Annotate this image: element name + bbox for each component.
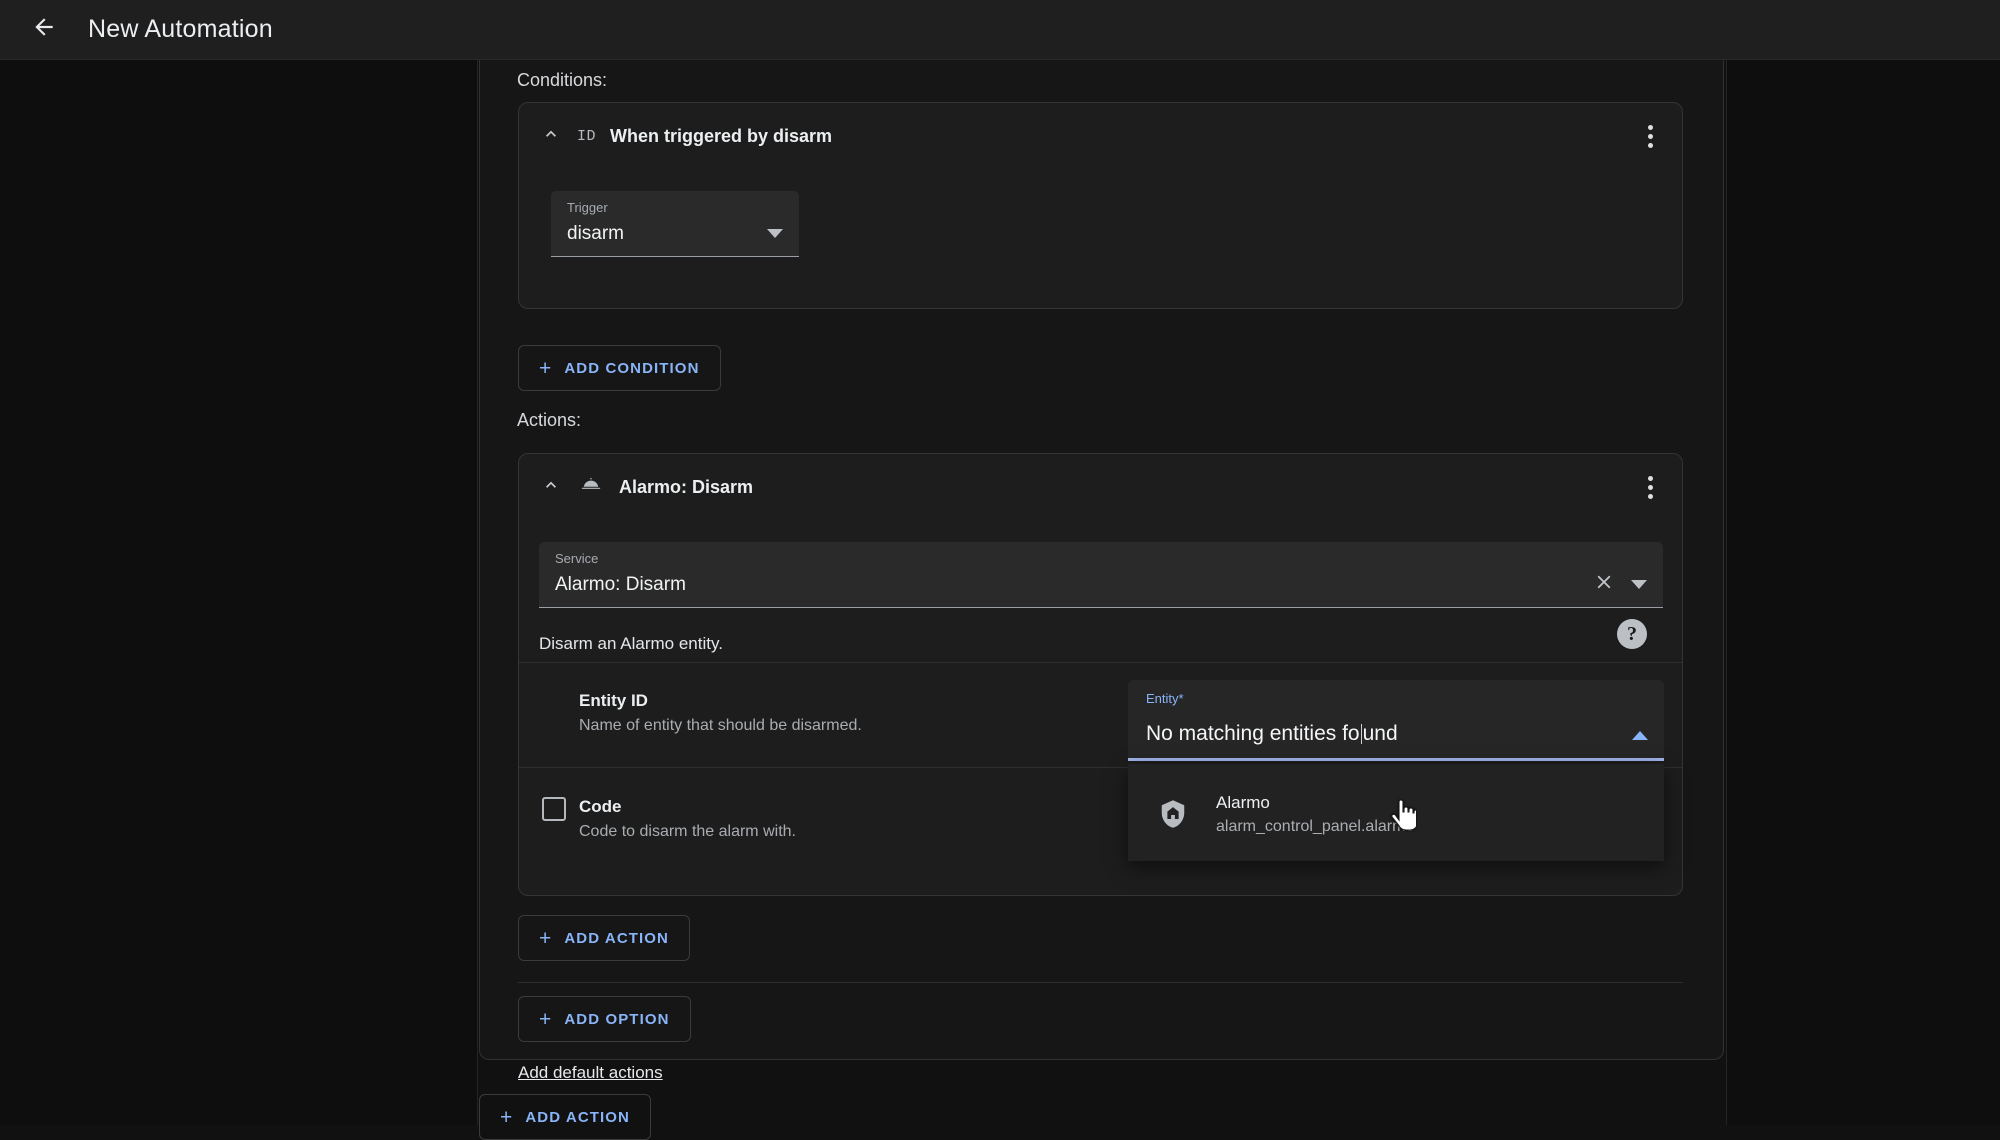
actions-section-label: Actions: xyxy=(517,410,582,430)
conditions-section-label: Conditions: xyxy=(517,70,608,90)
entity-combobox-value: No matching entities fo und xyxy=(1146,722,1398,746)
page-body: Conditions: ID When triggered by disarm xyxy=(0,60,2000,1140)
trigger-select[interactable]: Trigger disarm xyxy=(551,191,799,257)
add-action-inner-label: ADD ACTION xyxy=(564,929,669,947)
left-gutter xyxy=(0,60,478,1125)
kebab-dot xyxy=(1647,493,1653,499)
service-select-value: Alarmo: Disarm xyxy=(555,574,686,595)
condition-collapse-toggle[interactable] xyxy=(537,122,565,150)
add-action-button-outer[interactable]: + ADD ACTION xyxy=(479,1094,651,1140)
trigger-select-value: disarm xyxy=(567,223,625,244)
shield-home-icon xyxy=(1156,797,1190,831)
kebab-dot xyxy=(1647,142,1653,148)
entity-id-field-subtitle: Name of entity that should be disarmed. xyxy=(579,717,862,734)
plus-icon: + xyxy=(500,1105,514,1129)
plus-icon: + xyxy=(539,926,553,950)
add-condition-button[interactable]: + ADD CONDITION xyxy=(518,345,721,391)
service-select[interactable]: Service Alarmo: Disarm xyxy=(539,542,1663,608)
kebab-dot xyxy=(1647,475,1653,481)
kebab-dot xyxy=(1647,484,1653,490)
chevron-down-icon[interactable] xyxy=(767,229,783,238)
chevron-up-icon xyxy=(541,475,561,500)
room-service-icon xyxy=(577,473,605,501)
entity-value-after-caret: und xyxy=(1362,722,1398,745)
chevron-up-icon xyxy=(541,124,561,149)
condition-type-badge: ID xyxy=(577,127,597,145)
entity-combobox-focus-underline xyxy=(1128,758,1664,761)
right-gutter xyxy=(1726,60,2000,1125)
app-top-bar: New Automation xyxy=(0,0,2000,60)
arrow-left-icon xyxy=(31,14,57,45)
add-action-outer-label: ADD ACTION xyxy=(525,1108,630,1126)
list-item-text: Alarmo alarm_control_panel.alarmo xyxy=(1216,793,1414,836)
action-block-header: Alarmo: Disarm xyxy=(519,454,1682,520)
add-condition-label: ADD CONDITION xyxy=(564,359,700,377)
back-button[interactable] xyxy=(16,2,72,58)
condition-block: ID When triggered by disarm Trigger disa… xyxy=(518,102,1683,309)
entity-option-name: Alarmo xyxy=(1216,792,1270,812)
action-collapse-toggle[interactable] xyxy=(537,473,565,501)
service-select-label: Service xyxy=(555,551,599,566)
entity-id-field-title: Entity ID xyxy=(579,691,648,710)
entity-combobox[interactable]: Entity* No matching entities fo und xyxy=(1128,680,1664,758)
option-card: Conditions: ID When triggered by disarm xyxy=(479,60,1724,1082)
add-default-actions-link[interactable]: Add default actions xyxy=(518,1063,663,1083)
page-title: New Automation xyxy=(88,15,273,43)
condition-overflow-menu-button[interactable] xyxy=(1632,118,1668,154)
trigger-select-label: Trigger xyxy=(567,200,608,215)
action-title: Alarmo: Disarm xyxy=(619,476,754,497)
entity-option-id: alarm_control_panel.alarmo xyxy=(1216,817,1415,835)
kebab-dot xyxy=(1647,124,1653,130)
code-field-title: Code xyxy=(579,797,622,816)
chevron-up-icon[interactable] xyxy=(1632,731,1648,740)
divider xyxy=(518,982,1683,983)
entity-combobox-label: Entity* xyxy=(1146,691,1184,706)
close-icon[interactable] xyxy=(1593,571,1615,593)
plus-icon: + xyxy=(539,1007,553,1031)
text-caret xyxy=(1360,724,1362,744)
entity-value-before-caret: No matching entities fo xyxy=(1146,722,1360,745)
entity-options-listbox[interactable]: Alarmo alarm_control_panel.alarmo xyxy=(1128,764,1664,861)
list-item[interactable]: Alarmo alarm_control_panel.alarmo xyxy=(1128,778,1664,850)
action-overflow-menu-button[interactable] xyxy=(1632,469,1668,505)
condition-title: When triggered by disarm xyxy=(610,125,833,146)
kebab-dot xyxy=(1647,133,1653,139)
chevron-down-icon[interactable] xyxy=(1631,580,1647,589)
action-description: Disarm an Alarmo entity. xyxy=(539,634,723,653)
add-option-button[interactable]: + ADD OPTION xyxy=(518,996,691,1042)
code-field-checkbox[interactable] xyxy=(542,797,566,821)
code-field-subtitle: Code to disarm the alarm with. xyxy=(579,823,796,840)
help-icon[interactable]: ? xyxy=(1617,619,1647,649)
condition-block-header: ID When triggered by disarm xyxy=(519,103,1682,169)
add-option-label: ADD OPTION xyxy=(564,1010,670,1028)
add-action-button-inner[interactable]: + ADD ACTION xyxy=(518,915,690,961)
divider xyxy=(519,662,1682,663)
plus-icon: + xyxy=(539,356,553,380)
